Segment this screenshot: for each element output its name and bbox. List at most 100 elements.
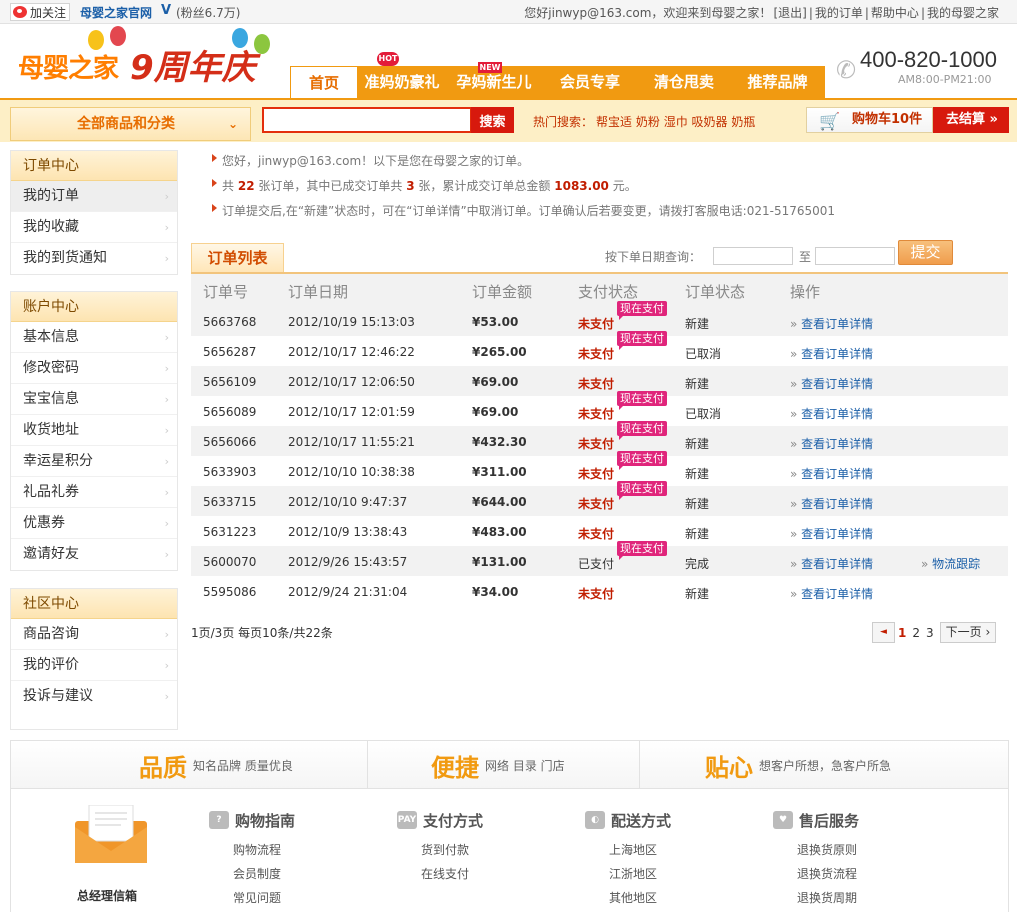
sidebar-item-feedback[interactable]: 投诉与建议 › [11,681,177,712]
main-nav: 首页 准妈奶豪礼 孕妈新生儿 会员专享 清仓甩卖 推荐品牌 [290,66,825,98]
submit-button[interactable]: 提交 [898,240,953,265]
footer-link[interactable]: 退换货流程 [797,865,857,882]
order-amount: ¥69.00 [472,375,519,389]
sidebar-item-gift-vouchers[interactable]: 礼品礼券 › [11,477,177,508]
sidebar-item-coupons[interactable]: 优惠券 › [11,508,177,539]
payment-status: 已支付 [578,557,615,571]
date-to-input[interactable] [815,247,895,265]
official-weibo-link[interactable]: 母婴之家官网 [80,4,152,21]
view-order-detail-link[interactable]: 查看订单详情 [790,525,873,542]
feature-title: 便捷 [431,753,479,782]
footer-link[interactable]: 江浙地区 [609,865,657,882]
order-date: 2012/10/17 12:06:50 [288,375,415,389]
date-from-input[interactable] [713,247,793,265]
page-link[interactable]: 1 [895,626,909,640]
search-input[interactable] [262,107,472,133]
sidebar-section-title: 社区中心 [11,589,177,619]
logo-text: 母婴之家 [18,54,119,84]
chevron-right-icon: › [164,393,169,406]
pay-now-badge[interactable]: 现在支付 [617,301,667,320]
view-order-detail-link[interactable]: 查看订单详情 [790,495,873,512]
feature-convenience: 便捷 网络 目录 门店 [431,741,565,789]
pay-now-badge[interactable]: 现在支付 [617,391,667,410]
payment-status: 未支付 [578,467,615,481]
footer-col-title-text: 配送方式 [611,811,672,830]
footer-link[interactable]: 会员制度 [233,865,281,882]
search-button[interactable]: 搜索 [471,107,514,133]
footer-link[interactable]: 常见问题 [233,889,281,906]
all-categories-dropdown[interactable]: 全部商品和分类 ⌄ [10,107,251,141]
footer-link[interactable]: 其他地区 [609,889,657,906]
sidebar-item-invite-friends[interactable]: 邀请好友 › [11,539,177,570]
view-order-detail-link[interactable]: 查看订单详情 [790,555,873,572]
sidebar-order-center: 订单中心 我的订单 › 我的收藏 › 我的到货通知 › [10,150,178,275]
payment-status: 未支付 [578,437,615,451]
payment-status: 未支付 [578,587,615,601]
sidebar-item-address[interactable]: 收货地址 › [11,415,177,446]
site-logo[interactable]: 母婴之家 9周年庆 [10,26,285,96]
chevron-right-icon: › [164,362,169,375]
footer-link[interactable]: 退换货原则 [797,841,857,858]
view-order-detail-link[interactable]: 查看订单详情 [790,345,873,362]
order-id: 5656066 [203,435,257,449]
sidebar-item-change-password[interactable]: 修改密码 › [11,353,177,384]
view-order-detail-link[interactable]: 查看订单详情 [790,435,873,452]
page-link[interactable]: 2 [909,626,923,640]
pay-now-badge[interactable]: 现在支付 [617,451,667,470]
pay-now-badge[interactable]: 现在支付 [617,331,667,350]
sidebar-item-label: 我的订单 [23,188,79,204]
view-order-detail-link[interactable]: 查看订单详情 [790,375,873,392]
checkout-button[interactable]: 去结算 » [933,107,1009,133]
help-center-link[interactable]: 帮助中心 [871,6,919,20]
page-link[interactable]: 3 [923,626,937,640]
chevron-right-icon: › [164,190,169,203]
pay-now-badge[interactable]: 现在支付 [617,421,667,440]
sidebar-item-favorites[interactable]: 我的收藏 › [11,212,177,243]
sidebar-item-arrival-notice[interactable]: 我的到货通知 › [11,243,177,274]
sidebar-item-label: 我的到货通知 [23,250,107,266]
sidebar-item-my-orders[interactable]: 我的订单 › [11,181,177,212]
order-total-count: 22 [237,179,255,193]
footer-link[interactable]: 购物流程 [233,841,281,858]
sidebar-item-points[interactable]: 幸运星积分 › [11,446,177,477]
hot-search-term[interactable]: 奶瓶 [731,115,755,129]
nav-clearance[interactable]: 清仓甩卖 [638,66,730,98]
mailbox-envelope-icon[interactable] [75,805,147,863]
order-amount: ¥131.00 [472,555,527,569]
my-orders-link[interactable]: 我的订单 [815,6,863,20]
payment-status: 未支付 [578,347,615,361]
nav-home[interactable]: 首页 [290,66,358,98]
tab-order-list[interactable]: 订单列表 [191,243,284,272]
hot-search-term[interactable]: 吸奶器 [692,115,728,129]
logout-link[interactable]: [退出] [773,6,806,20]
my-home-link[interactable]: 我的母婴之家 [927,6,999,20]
view-order-detail-link[interactable]: 查看订单详情 [790,405,873,422]
pay-now-badge[interactable]: 现在支付 [617,541,667,560]
sidebar-item-basic-info[interactable]: 基本信息 › [11,322,177,353]
nav-moms-gifts[interactable]: 准妈奶豪礼 [358,66,446,98]
sidebar-item-label: 商品咨询 [23,626,79,642]
view-order-detail-link[interactable]: 查看订单详情 [790,315,873,332]
logistics-tracking-link[interactable]: 物流跟踪 [921,555,980,572]
footer-col-title-text: 支付方式 [423,811,484,830]
view-order-detail-link[interactable]: 查看订单详情 [790,585,873,602]
sidebar-item-product-inquiry[interactable]: 商品咨询 › [11,619,177,650]
weibo-follow-button[interactable]: 加关注 [10,3,71,21]
nav-member-exclusive[interactable]: 会员专享 [542,66,638,98]
next-page-button[interactable]: 下一页 › [939,622,997,643]
hot-search-term[interactable]: 帮宝适 [596,115,632,129]
sidebar-item-my-reviews[interactable]: 我的评价 › [11,650,177,681]
prev-page-button[interactable]: ◄ [872,622,895,643]
footer-link[interactable]: 在线支付 [421,865,469,882]
sidebar-item-baby-info[interactable]: 宝宝信息 › [11,384,177,415]
cart-button[interactable]: 🛒 购物车10件 [806,107,933,133]
nav-brands[interactable]: 推荐品牌 [730,66,825,98]
gm-mailbox-label[interactable]: 总经理信箱 [77,887,137,904]
footer-link[interactable]: 上海地区 [609,841,657,858]
footer-link[interactable]: 退换货周期 [797,889,857,906]
hot-search-term[interactable]: 奶粉 [636,115,660,129]
view-order-detail-link[interactable]: 查看订单详情 [790,465,873,482]
footer-link[interactable]: 货到付款 [421,841,469,858]
pay-now-badge[interactable]: 现在支付 [617,481,667,500]
hot-search-term[interactable]: 湿巾 [664,115,688,129]
